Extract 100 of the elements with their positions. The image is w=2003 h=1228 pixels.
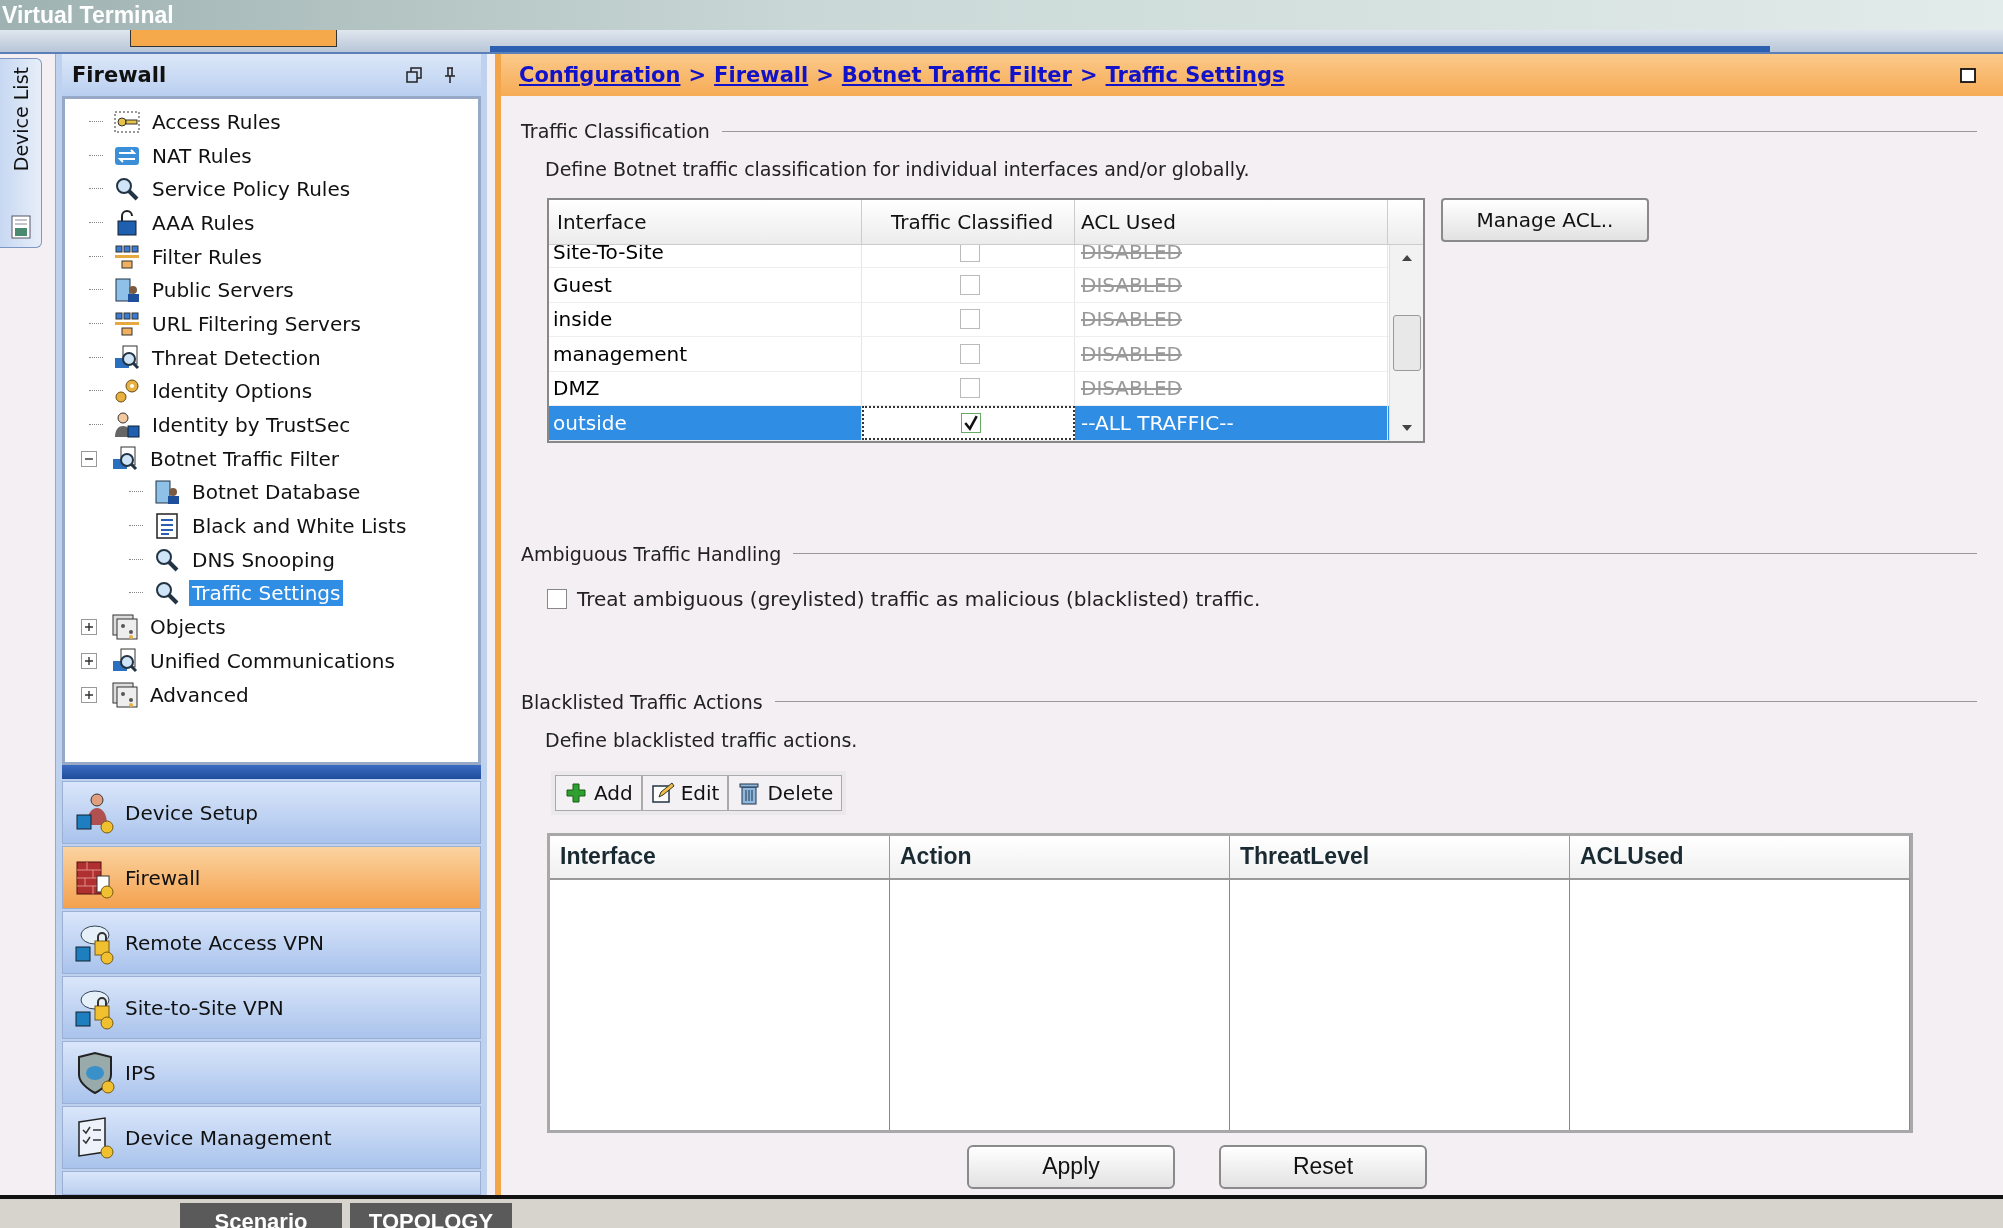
column-header[interactable]: Traffic Classified <box>862 200 1075 244</box>
nav-button[interactable]: IPS <box>62 1041 481 1104</box>
table-cell: DISABLED <box>1075 337 1388 371</box>
column-header[interactable]: ACLUsed <box>1570 835 1910 878</box>
table-cell: DISABLED <box>1075 302 1388 336</box>
device-list-tab[interactable]: Device List <box>0 58 42 248</box>
toolbar-button[interactable]: Edit <box>641 774 729 811</box>
toolbar-button[interactable]: Add <box>555 774 642 811</box>
checkbox[interactable] <box>960 343 980 364</box>
grid-icon <box>111 613 139 642</box>
tree-item[interactable]: Access Rules <box>149 108 284 135</box>
breadcrumb-link[interactable]: Traffic Settings <box>1105 63 1285 87</box>
section-title: Ambiguous Traffic Handling <box>521 542 782 565</box>
tree-item[interactable]: DNS Snooping <box>189 546 338 573</box>
breadcrumb-separator: > <box>1079 63 1098 87</box>
scroll-down-icon[interactable] <box>1401 424 1412 431</box>
plus-icon <box>564 780 588 805</box>
table-cell: management <box>549 337 862 371</box>
collapse-icon[interactable] <box>81 450 97 467</box>
section-description: Define blacklisted traffic actions. <box>545 728 859 751</box>
trash-icon <box>737 780 762 805</box>
tree-item[interactable]: Identity by TrustSec <box>149 412 354 439</box>
nav-button[interactable]: Device Management <box>62 1106 481 1169</box>
section-description: Define Botnet traffic classification for individual interfaces and/or globally. <box>545 158 1251 180</box>
column-header[interactable]: ThreatLevel <box>1230 835 1570 878</box>
maximize-icon[interactable] <box>1959 66 1977 84</box>
nav-button[interactable]: Remote Access VPN <box>62 911 481 974</box>
grid-icon <box>113 242 141 271</box>
nav-button[interactable]: Firewall <box>62 846 481 909</box>
checkbox[interactable] <box>960 245 980 262</box>
breadcrumb-link[interactable]: Firewall <box>714 63 809 87</box>
table-row[interactable]: inside DISABLED <box>549 302 1389 337</box>
table-cell: DISABLED <box>1075 371 1388 405</box>
scanner-icon <box>111 646 139 675</box>
tree-item[interactable]: Unified Communications <box>147 647 398 674</box>
tree-item[interactable]: AAA Rules <box>149 209 258 236</box>
nav-button[interactable]: Site-to-Site VPN <box>62 976 481 1039</box>
section-title: Blacklisted Traffic Actions <box>521 690 763 713</box>
nav-button[interactable]: Device Setup <box>62 781 481 844</box>
scanner-icon <box>111 444 139 473</box>
table-cell: DMZ <box>549 371 862 405</box>
tree-item[interactable]: Service Policy Rules <box>149 176 354 203</box>
checkbox[interactable] <box>960 412 981 433</box>
scroll-up-icon[interactable] <box>1401 255 1412 261</box>
breadcrumb-link[interactable]: Botnet Traffic Filter <box>841 63 1072 87</box>
tree-item[interactable]: Objects <box>147 614 229 641</box>
panel-title: Firewall <box>72 63 168 87</box>
tree-item[interactable]: Black and White Lists <box>189 513 410 540</box>
scanner-icon <box>113 343 141 372</box>
gears-icon <box>113 377 141 406</box>
table-row[interactable]: management DISABLED <box>549 337 1389 372</box>
checkbox-label: Treat ambiguous (greylisted) traffic as malicious (blacklisted) traffic. <box>577 586 1261 611</box>
tree-item[interactable]: Identity Options <box>149 378 316 405</box>
breadcrumb-separator: > <box>688 63 707 87</box>
table-cell: Guest <box>549 268 862 302</box>
tree-item[interactable]: Filter Rules <box>149 243 265 270</box>
checkbox[interactable] <box>960 274 980 295</box>
checkbox[interactable] <box>960 378 980 399</box>
section-title: Traffic Classification <box>521 120 710 142</box>
action-button[interactable]: Apply <box>967 1144 1175 1189</box>
grid-icon <box>111 680 139 709</box>
scroll-thumb[interactable] <box>1392 314 1421 371</box>
action-button[interactable]: Reset <box>1219 1144 1427 1189</box>
person-gear-icon <box>73 790 117 835</box>
expand-icon[interactable] <box>81 619 97 636</box>
tree-item[interactable]: Public Servers <box>149 277 297 304</box>
device-icon <box>10 215 31 239</box>
grid-icon <box>113 309 141 338</box>
breadcrumb-link[interactable]: Configuration <box>519 63 681 87</box>
checkbox[interactable] <box>960 309 980 330</box>
scrollbar[interactable] <box>1389 245 1423 441</box>
tree-item[interactable]: Threat Detection <box>149 344 324 371</box>
toolbar-tab[interactable] <box>130 30 337 47</box>
table-cell: --ALL TRAFFIC-- <box>1075 406 1388 440</box>
breadcrumb-separator: > <box>816 63 834 87</box>
edit-icon <box>650 780 675 805</box>
column-header[interactable]: Action <box>890 835 1230 878</box>
table-cell: DISABLED <box>1075 268 1388 302</box>
table-row[interactable]: Guest DISABLED <box>549 268 1389 303</box>
tree-item[interactable]: Botnet Database <box>189 479 364 506</box>
expand-icon[interactable] <box>81 652 97 669</box>
toolbar-button[interactable]: Delete <box>728 774 843 811</box>
tree-item[interactable]: NAT Rules <box>149 142 255 169</box>
person-icon <box>113 411 141 440</box>
splitter-handle[interactable] <box>62 765 481 779</box>
server-icon <box>113 276 141 305</box>
manage-acl-button[interactable]: Manage ACL.. <box>1441 198 1649 242</box>
column-header[interactable]: Interface <box>549 200 862 244</box>
restore-icon[interactable] <box>405 66 423 84</box>
window-title: Virtual Terminal <box>1 1 174 29</box>
column-header[interactable]: Interface <box>550 835 890 878</box>
list-icon <box>153 512 181 541</box>
column-header[interactable]: ACL Used <box>1075 200 1388 244</box>
tree-item[interactable]: URL Filtering Servers <box>149 310 364 337</box>
server-icon <box>153 478 181 507</box>
tree-item[interactable]: Botnet Traffic Filter <box>147 445 342 472</box>
expand-icon[interactable] <box>81 686 97 703</box>
tree-item[interactable]: Advanced <box>147 681 252 708</box>
table-cell: inside <box>549 302 862 336</box>
checkbox[interactable] <box>547 588 567 609</box>
